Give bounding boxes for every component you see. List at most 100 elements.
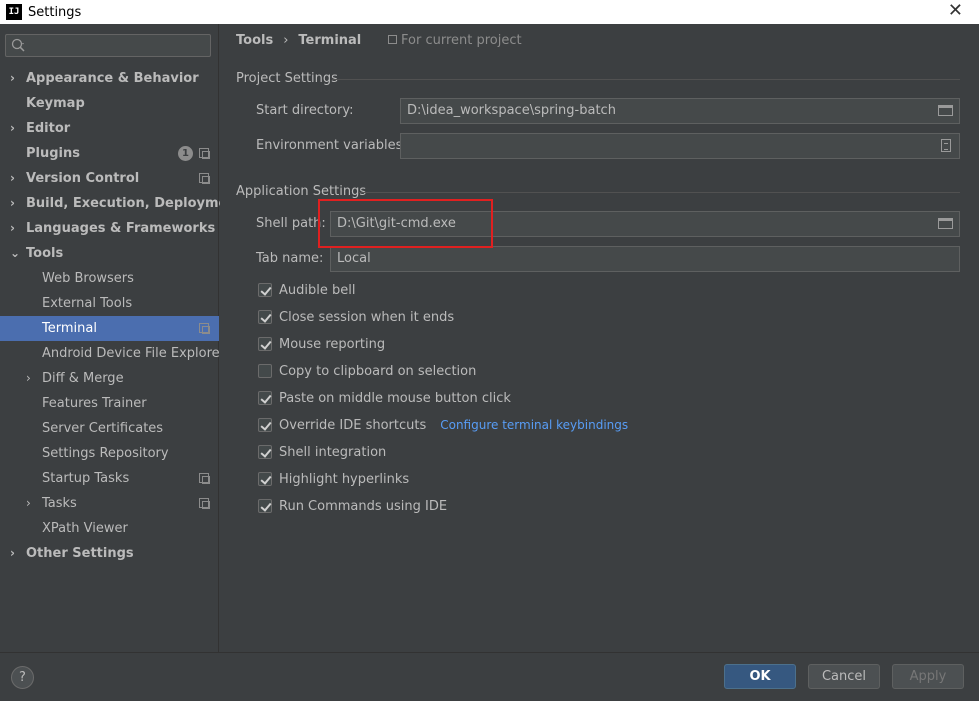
sidebar-item-editor[interactable]: › Editor [0, 116, 219, 141]
breadcrumb-separator: › [283, 33, 289, 48]
sidebar-item-other-settings[interactable]: › Other Settings [0, 541, 219, 566]
checkbox-row: Mouse reporting [258, 334, 385, 354]
sidebar-item-label: Web Browsers [42, 271, 134, 286]
mouse-reporting-checkbox[interactable] [258, 337, 272, 351]
edit-document-icon[interactable] [941, 139, 951, 152]
dialog-footer: ? OK Cancel Apply [0, 652, 979, 701]
settings-sidebar: › Appearance & Behavior Keymap › Editor Plugi… [0, 24, 243, 652]
breadcrumb-terminal: Terminal [298, 33, 362, 48]
sidebar-item-label: Diff & Merge [42, 371, 124, 386]
sidebar-item-label: Features Trainer [42, 396, 147, 411]
title-bar: IJ Settings ✕ [0, 0, 979, 24]
for-project-label: For current project [401, 33, 522, 48]
chevron-right-icon[interactable]: › [26, 366, 31, 391]
folder-icon[interactable] [938, 105, 953, 116]
sidebar-item-build-execution-deployment[interactable]: › Build, Execution, Deployment [0, 191, 243, 216]
run-commands-using-ide-checkbox[interactable] [258, 499, 272, 513]
override-ide-shortcuts-checkbox[interactable] [258, 418, 272, 432]
sidebar-item-features-trainer[interactable]: Features Trainer [0, 391, 219, 416]
project-scope-icon [199, 173, 210, 184]
sidebar-item-external-tools[interactable]: External Tools [0, 291, 219, 316]
chevron-down-icon[interactable]: ⌄ [10, 241, 20, 266]
start-directory-field[interactable]: D:\idea_workspace\spring-batch [400, 98, 960, 124]
chevron-right-icon[interactable]: › [26, 491, 31, 516]
folder-icon[interactable] [938, 218, 953, 229]
tab-name-field[interactable]: Local [330, 246, 960, 272]
sidebar-item-label: Startup Tasks [42, 471, 130, 486]
sidebar-item-startup-tasks[interactable]: Startup Tasks [0, 466, 219, 491]
sidebar-item-web-browsers[interactable]: Web Browsers [0, 266, 219, 291]
audible-bell-checkbox[interactable] [258, 283, 272, 297]
apply-button[interactable]: Apply [892, 664, 964, 689]
configure-keybindings-link[interactable]: Configure terminal keybindings [440, 418, 628, 432]
cancel-button[interactable]: Cancel [808, 664, 880, 689]
checkbox-label[interactable]: Close session when it ends [279, 310, 454, 325]
checkbox-row: Close session when it ends [258, 307, 454, 327]
sidebar-item-keymap[interactable]: Keymap [0, 91, 219, 116]
checkbox-label[interactable]: Shell integration [279, 445, 386, 460]
search-icon [11, 38, 25, 52]
section-divider [358, 192, 960, 193]
env-vars-field[interactable] [400, 133, 960, 159]
highlight-hyperlinks-checkbox[interactable] [258, 472, 272, 486]
project-scope-icon [199, 148, 210, 159]
tab-name-value: Local [337, 251, 371, 266]
sidebar-item-label: Tasks [42, 496, 77, 511]
breadcrumb-tools[interactable]: Tools [236, 33, 273, 48]
breadcrumb: Tools › Terminal [236, 33, 361, 48]
search-input[interactable] [5, 34, 211, 57]
ok-button[interactable]: OK [724, 664, 796, 689]
help-button[interactable]: ? [11, 666, 34, 689]
checkbox-row: Highlight hyperlinks [258, 469, 409, 489]
sidebar-item-tasks[interactable]: › Tasks [0, 491, 219, 516]
intellij-logo-icon: IJ [6, 4, 22, 20]
sidebar-item-android-device-file-explorer[interactable]: Android Device File Explorer [0, 341, 225, 366]
chevron-right-icon[interactable]: › [10, 191, 15, 216]
close-icon[interactable]: ✕ [948, 2, 963, 20]
sidebar-item-label: Other Settings [26, 546, 134, 561]
checkbox-label[interactable]: Copy to clipboard on selection [279, 364, 476, 379]
paste-on-middle-mouse-button-click-checkbox[interactable] [258, 391, 272, 405]
chevron-right-icon[interactable]: › [10, 216, 15, 241]
sidebar-item-server-certificates[interactable]: Server Certificates [0, 416, 219, 441]
copy-to-clipboard-on-selection-checkbox[interactable] [258, 364, 272, 378]
sidebar-item-diff-merge[interactable]: › Diff & Merge [0, 366, 219, 391]
checkbox-row: Run Commands using IDE [258, 496, 447, 516]
for-current-project-note: For current project [388, 33, 522, 48]
application-settings-title: Application Settings [236, 184, 367, 199]
checkbox-label[interactable]: Run Commands using IDE [279, 499, 447, 514]
checkbox-label[interactable]: Paste on middle mouse button click [279, 391, 511, 406]
checkbox-label[interactable]: Highlight hyperlinks [279, 472, 409, 487]
shell-integration-checkbox[interactable] [258, 445, 272, 459]
close-session-when-it-ends-checkbox[interactable] [258, 310, 272, 324]
chevron-right-icon[interactable]: › [10, 116, 15, 141]
sidebar-item-settings-repository[interactable]: Settings Repository [0, 441, 219, 466]
settings-tree: › Appearance & Behavior Keymap › Editor Plugi… [0, 66, 243, 566]
checkbox-row: Override IDE shortcuts Configure terminal… [258, 415, 628, 435]
sidebar-item-label: Appearance & Behavior [26, 71, 199, 86]
sidebar-item-label: Version Control [26, 171, 140, 186]
checkbox-row: Shell integration [258, 442, 386, 462]
sidebar-item-label: Build, Execution, Deployment [26, 196, 243, 211]
checkbox-label[interactable]: Mouse reporting [279, 337, 385, 352]
checkbox-row: Paste on middle mouse button click [258, 388, 511, 408]
checkbox-label[interactable]: Override IDE shortcuts [279, 418, 426, 433]
update-count-badge: 1 [178, 146, 193, 161]
sidebar-item-languages-frameworks[interactable]: › Languages & Frameworks [0, 216, 219, 241]
sidebar-item-plugins[interactable]: Plugins 1 [0, 141, 219, 166]
chevron-right-icon[interactable]: › [10, 66, 15, 91]
chevron-right-icon[interactable]: › [10, 166, 15, 191]
sidebar-item-appearance-behavior[interactable]: › Appearance & Behavior [0, 66, 219, 91]
checkbox-row: Audible bell [258, 280, 355, 300]
sidebar-item-tools[interactable]: ⌄ Tools [0, 241, 219, 266]
sidebar-item-xpath-viewer[interactable]: XPath Viewer [0, 516, 219, 541]
chevron-right-icon[interactable]: › [10, 541, 15, 566]
project-scope-icon [199, 498, 210, 509]
terminal-settings-panel: Tools › Terminal For current project Pro… [220, 24, 979, 652]
sidebar-item-terminal[interactable]: Terminal [0, 316, 219, 341]
project-scope-icon [199, 323, 210, 334]
env-vars-label: Environment variables: [256, 138, 407, 153]
checkbox-label[interactable]: Audible bell [279, 283, 355, 298]
sidebar-item-label: Languages & Frameworks [26, 221, 216, 236]
sidebar-item-version-control[interactable]: › Version Control [0, 166, 219, 191]
